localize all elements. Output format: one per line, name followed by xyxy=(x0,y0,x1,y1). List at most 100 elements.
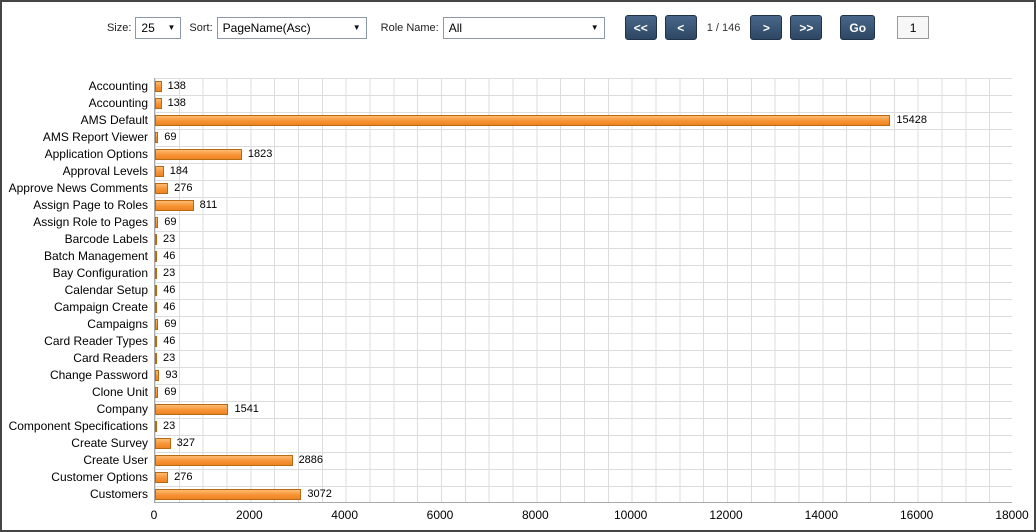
y-axis-label: Campaigns xyxy=(2,316,148,333)
sort-select-value: PageName(Asc) xyxy=(223,21,311,35)
x-axis-tick-label: 4000 xyxy=(331,508,358,522)
bar xyxy=(155,217,158,228)
bar xyxy=(155,166,164,177)
bar-value-label: 3072 xyxy=(307,486,331,503)
y-axis-label: Campaign Create xyxy=(2,299,148,316)
x-axis-tick-label: 12000 xyxy=(709,508,742,522)
x-axis-tick-label: 2000 xyxy=(236,508,263,522)
y-axis-label: Application Options xyxy=(2,146,148,163)
chevron-down-icon: ▼ xyxy=(591,23,599,32)
y-axis-label: Customers xyxy=(2,486,148,503)
go-button[interactable]: Go xyxy=(840,15,875,40)
y-axis-label: Create Survey xyxy=(2,435,148,452)
bar-value-label: 138 xyxy=(168,95,186,112)
bar-value-label: 23 xyxy=(163,265,175,282)
bar xyxy=(155,98,162,109)
bar-value-label: 23 xyxy=(163,418,175,435)
bar xyxy=(155,353,157,364)
bar-value-label: 327 xyxy=(177,435,195,452)
bar xyxy=(155,251,157,262)
toolbar: Size: 25 ▼ Sort: PageName(Asc) ▼ Role Na… xyxy=(2,15,1034,40)
bar xyxy=(155,115,890,126)
y-axis-label: Approve News Comments xyxy=(2,180,148,197)
bar xyxy=(155,370,159,381)
bar xyxy=(155,132,158,143)
y-axis: AccountingAccountingAMS DefaultAMS Repor… xyxy=(2,78,148,503)
bar-value-label: 811 xyxy=(200,197,218,214)
x-axis-tick-label: 0 xyxy=(151,508,158,522)
x-axis-tick-label: 14000 xyxy=(805,508,838,522)
bar-chart: AccountingAccountingAMS DefaultAMS Repor… xyxy=(2,78,1034,530)
bar xyxy=(155,404,228,415)
y-axis-label: Change Password xyxy=(2,367,148,384)
y-axis-label: Assign Page to Roles xyxy=(2,197,148,214)
y-axis-label: Clone Unit xyxy=(2,384,148,401)
bar-value-label: 276 xyxy=(174,180,192,197)
last-page-button[interactable]: >> xyxy=(790,15,822,40)
bar-value-label: 1823 xyxy=(248,146,272,163)
x-axis-tick-label: 10000 xyxy=(614,508,647,522)
bar-value-label: 69 xyxy=(164,214,176,231)
y-axis-label: Assign Role to Pages xyxy=(2,214,148,231)
bar-value-label: 23 xyxy=(163,231,175,248)
bar xyxy=(155,438,171,449)
next-page-button[interactable]: > xyxy=(750,15,782,40)
bar xyxy=(155,336,157,347)
x-axis-tick-label: 18000 xyxy=(995,508,1028,522)
x-axis-tick-label: 8000 xyxy=(522,508,549,522)
page: Size: 25 ▼ Sort: PageName(Asc) ▼ Role Na… xyxy=(0,0,1036,532)
y-axis-label: Card Reader Types xyxy=(2,333,148,350)
bar-value-label: 276 xyxy=(174,469,192,486)
bar xyxy=(155,319,158,330)
size-control: Size: 25 ▼ xyxy=(107,17,181,39)
y-axis-label: Accounting xyxy=(2,95,148,112)
role-name-select[interactable]: All ▼ xyxy=(443,17,605,39)
bar-value-label: 69 xyxy=(164,384,176,401)
y-axis-label: Company xyxy=(2,401,148,418)
size-label: Size: xyxy=(107,22,131,34)
page-indicator: 1 / 146 xyxy=(707,22,741,34)
role-control: Role Name: All ▼ xyxy=(381,17,617,39)
plot-area: 1381381542869182318427681169234623464669… xyxy=(154,78,1012,503)
bar-value-label: 46 xyxy=(163,299,175,316)
y-axis-label: Card Readers xyxy=(2,350,148,367)
chevron-down-icon: ▼ xyxy=(167,23,175,32)
bar-value-label: 23 xyxy=(163,350,175,367)
bar xyxy=(155,455,293,466)
bar-value-label: 2886 xyxy=(299,452,323,469)
bar xyxy=(155,285,157,296)
chevron-down-icon: ▼ xyxy=(353,23,361,32)
page-number-input[interactable] xyxy=(897,16,929,39)
sort-select[interactable]: PageName(Asc) ▼ xyxy=(217,17,367,39)
bar-value-label: 46 xyxy=(163,333,175,350)
sort-control: Sort: PageName(Asc) ▼ xyxy=(189,17,372,39)
role-name-label: Role Name: xyxy=(381,22,439,34)
x-axis-tick-label: 6000 xyxy=(427,508,454,522)
y-axis-label: Batch Management xyxy=(2,248,148,265)
bar xyxy=(155,302,157,313)
y-axis-label: AMS Report Viewer xyxy=(2,129,148,146)
y-axis-label: AMS Default xyxy=(2,112,148,129)
bar-value-label: 69 xyxy=(164,129,176,146)
prev-page-button[interactable]: < xyxy=(665,15,697,40)
bar-value-label: 1541 xyxy=(234,401,258,418)
y-axis-label: Component Specifications xyxy=(2,418,148,435)
bar xyxy=(155,183,168,194)
y-axis-label: Approval Levels xyxy=(2,163,148,180)
bar xyxy=(155,81,162,92)
y-axis-label: Accounting xyxy=(2,78,148,95)
bar xyxy=(155,200,194,211)
x-axis-tick-label: 16000 xyxy=(900,508,933,522)
bar xyxy=(155,387,158,398)
y-axis-label: Calendar Setup xyxy=(2,282,148,299)
bar-value-label: 138 xyxy=(168,78,186,95)
bar-value-label: 46 xyxy=(163,248,175,265)
role-name-select-value: All xyxy=(449,21,462,35)
y-axis-label: Barcode Labels xyxy=(2,231,148,248)
size-select[interactable]: 25 ▼ xyxy=(135,17,181,39)
y-axis-label: Customer Options xyxy=(2,469,148,486)
y-axis-label: Bay Configuration xyxy=(2,265,148,282)
bar xyxy=(155,421,157,432)
bar-value-label: 184 xyxy=(170,163,188,180)
first-page-button[interactable]: << xyxy=(625,15,657,40)
